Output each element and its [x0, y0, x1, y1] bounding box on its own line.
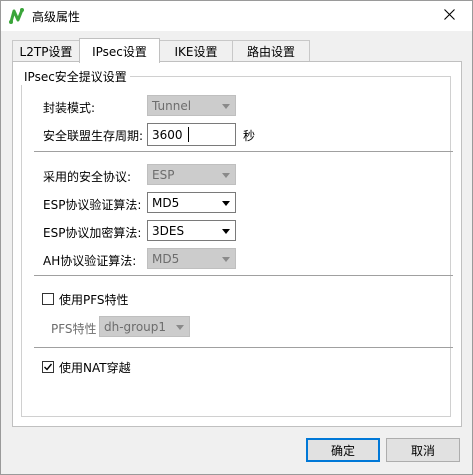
sa-lifetime-input[interactable]: 3600 [147, 123, 236, 146]
checkmark-icon [44, 363, 53, 371]
security-protocol-value: ESP [152, 168, 175, 182]
esp-auth-value: MD5 [152, 196, 180, 210]
tab-ike[interactable]: IKE设置 [159, 40, 233, 62]
encapsulation-select[interactable]: Tunnel [147, 95, 236, 116]
separator [34, 151, 453, 152]
security-protocol-label: 采用的安全协议: [43, 170, 132, 184]
text-caret [188, 127, 189, 142]
esp-auth-label: ESP协议验证算法: [43, 198, 142, 212]
ok-button-label: 确定 [330, 443, 355, 458]
esp-encryption-select[interactable]: 3DES [147, 220, 236, 241]
use-nat-checkbox[interactable] [42, 361, 54, 373]
encapsulation-label: 封装模式: [43, 101, 96, 115]
sa-lifetime-value: 3600 [152, 128, 183, 142]
cancel-button[interactable]: 取消 [386, 438, 460, 462]
close-button[interactable] [428, 2, 470, 30]
esp-encryption-value: 3DES [152, 224, 185, 238]
ipsec-settings-panel: IPsec安全提议设置 封装模式: Tunnel 安全联盟生存周期: 3600 … [12, 61, 462, 427]
ah-auth-value: MD5 [152, 252, 180, 266]
tab-label: IKE设置 [174, 45, 218, 59]
chevron-down-icon [222, 173, 230, 178]
chevron-down-icon [176, 325, 184, 330]
close-icon [443, 9, 455, 23]
separator [34, 347, 453, 348]
encapsulation-value: Tunnel [152, 99, 192, 113]
tab-label: 路由设置 [246, 45, 295, 59]
chevron-down-icon [222, 229, 230, 234]
advanced-properties-dialog: 高级属性 L2TP设置 IPsec设置 IKE设置 路由设置 IPsec安全提议… [0, 0, 473, 475]
esp-auth-select[interactable]: MD5 [147, 192, 236, 213]
tab-label: IPsec设置 [92, 44, 147, 59]
chevron-down-icon [222, 201, 230, 206]
title-bar: 高级属性 [1, 1, 472, 31]
app-logo-icon [8, 7, 26, 25]
tab-label: L2TP设置 [19, 45, 73, 59]
ah-auth-label: AH协议验证算法: [43, 254, 137, 268]
use-pfs-label: 使用PFS特性 [59, 293, 129, 307]
group-title: IPsec安全提议设置 [21, 68, 130, 85]
pfs-label: PFS特性 [51, 322, 97, 336]
ah-auth-select[interactable]: MD5 [147, 248, 236, 269]
sa-lifetime-label: 安全联盟生存周期: [43, 129, 144, 143]
window-title: 高级属性 [32, 10, 81, 24]
security-protocol-select[interactable]: ESP [147, 164, 236, 185]
ok-button[interactable]: 确定 [306, 438, 380, 462]
esp-encryption-label: ESP协议加密算法: [43, 226, 142, 240]
pfs-value: dh-group1 [104, 320, 167, 334]
use-pfs-checkbox[interactable] [42, 293, 54, 305]
tab-ipsec[interactable]: IPsec设置 [79, 38, 160, 63]
separator [34, 275, 453, 276]
chevron-down-icon [222, 104, 230, 109]
pfs-select[interactable]: dh-group1 [99, 316, 190, 337]
chevron-down-icon [222, 257, 230, 262]
tab-l2tp[interactable]: L2TP设置 [12, 40, 80, 62]
sa-lifetime-unit: 秒 [243, 129, 256, 143]
use-nat-label: 使用NAT穿越 [59, 361, 131, 375]
cancel-button-label: 取消 [410, 443, 435, 458]
tab-routing[interactable]: 路由设置 [232, 40, 310, 62]
